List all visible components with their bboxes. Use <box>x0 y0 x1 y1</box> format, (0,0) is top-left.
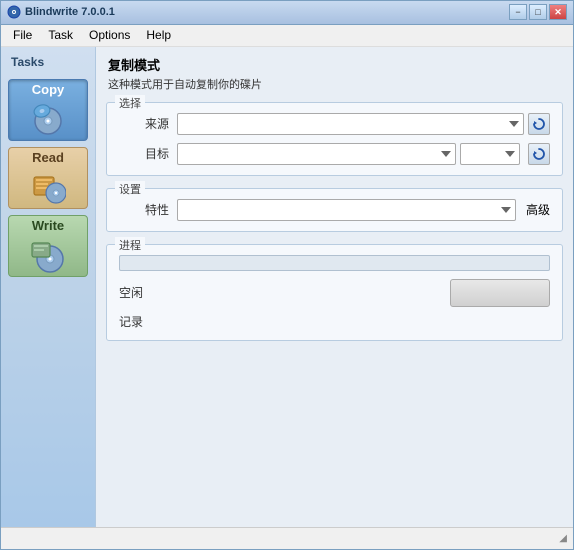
copy-task-button[interactable]: Copy <box>8 79 88 141</box>
source-refresh-button[interactable] <box>528 113 550 135</box>
page-subtitle: 这种模式用于自动复制你的碟片 <box>108 76 561 92</box>
target-refresh-button[interactable] <box>528 143 550 165</box>
window-title: Blindwrite 7.0.0.1 <box>25 6 115 18</box>
target-small-select[interactable] <box>460 143 520 165</box>
read-label: Read <box>32 150 64 165</box>
app-icon <box>7 5 21 19</box>
write-task-button[interactable]: Write <box>8 215 88 277</box>
target-selects <box>177 143 550 165</box>
write-cd-icon <box>30 237 66 273</box>
app-window: Blindwrite 7.0.0.1 − □ ✕ File Task Optio… <box>0 0 574 550</box>
start-button[interactable] <box>450 279 550 307</box>
copy-cd-icon <box>30 101 66 137</box>
target-main-select[interactable] <box>177 143 456 165</box>
source-row: 来源 <box>119 113 550 135</box>
status-row: 空闲 <box>119 279 550 307</box>
progress-bar-container <box>119 255 550 271</box>
main-area: Tasks Copy Read <box>1 47 573 527</box>
copy-label: Copy <box>32 82 65 97</box>
property-select[interactable] <box>177 199 516 221</box>
window-controls: − □ ✕ <box>509 4 567 20</box>
status-text: 空闲 <box>119 284 143 301</box>
tasks-label: Tasks <box>7 55 44 69</box>
target-label: 目标 <box>119 145 169 162</box>
resize-handle: ◢ <box>559 533 567 544</box>
progress-section-label: 进程 <box>115 237 145 253</box>
menu-options[interactable]: Options <box>81 26 138 44</box>
refresh-icon <box>532 117 546 131</box>
settings-section-label: 设置 <box>115 181 145 197</box>
property-label: 特性 <box>119 201 169 218</box>
title-bar-left: Blindwrite 7.0.0.1 <box>7 5 115 19</box>
advanced-link[interactable]: 高级 <box>526 201 550 218</box>
select-section-label: 选择 <box>115 95 145 111</box>
progress-section: 进程 空闲 记录 <box>106 244 563 341</box>
property-row: 特性 高级 <box>119 199 550 221</box>
target-refresh-icon <box>532 147 546 161</box>
status-bar: ◢ <box>1 527 573 549</box>
menu-help[interactable]: Help <box>138 26 179 44</box>
title-bar: Blindwrite 7.0.0.1 − □ ✕ <box>1 1 573 25</box>
menu-bar: File Task Options Help <box>1 25 573 47</box>
target-row: 目标 <box>119 143 550 165</box>
page-title-area: 复制模式 这种模式用于自动复制你的碟片 <box>96 47 573 96</box>
page-title: 复制模式 <box>108 55 561 74</box>
maximize-button[interactable]: □ <box>529 4 547 20</box>
read-cd-icon <box>30 169 66 205</box>
source-label: 来源 <box>119 115 169 132</box>
log-row: 记录 <box>119 313 550 330</box>
minimize-button[interactable]: − <box>509 4 527 20</box>
select-section: 选择 来源 目标 <box>106 102 563 176</box>
right-content: 复制模式 这种模式用于自动复制你的碟片 选择 来源 <box>96 47 573 527</box>
close-button[interactable]: ✕ <box>549 4 567 20</box>
read-task-button[interactable]: Read <box>8 147 88 209</box>
log-text: 记录 <box>119 313 143 330</box>
menu-task[interactable]: Task <box>40 26 81 44</box>
settings-section: 设置 特性 高级 <box>106 188 563 232</box>
menu-file[interactable]: File <box>5 26 40 44</box>
sidebar: Tasks Copy Read <box>1 47 96 527</box>
source-select[interactable] <box>177 113 524 135</box>
write-label: Write <box>32 218 64 233</box>
